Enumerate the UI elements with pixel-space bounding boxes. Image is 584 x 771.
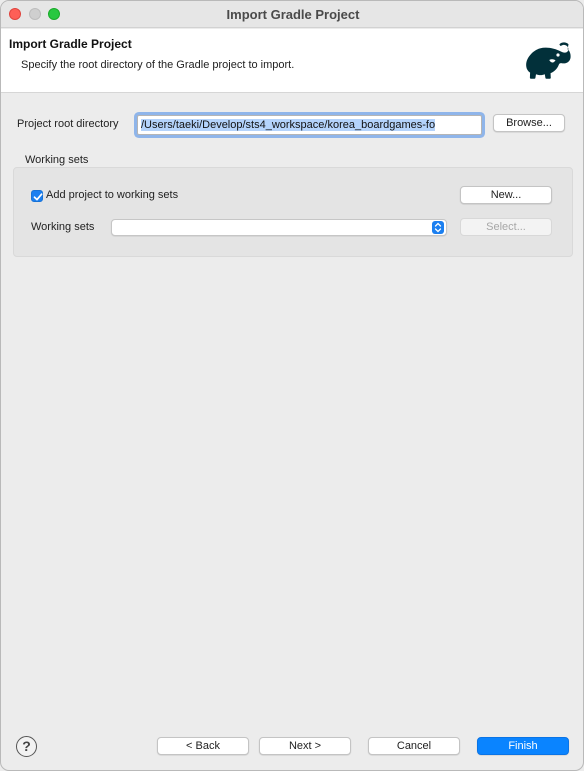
add-to-working-sets-label: Add project to working sets xyxy=(46,189,179,201)
wizard-description: Specify the root directory of the Gradle… xyxy=(21,59,295,71)
wizard-header: Import Gradle Project Specify the root d… xyxy=(1,29,583,93)
working-sets-field-label: Working sets xyxy=(31,221,95,233)
browse-button[interactable]: Browse... xyxy=(493,114,565,132)
window-title: Import Gradle Project xyxy=(226,7,360,22)
finish-button[interactable]: Finish xyxy=(477,737,569,755)
project-root-value: /Users/taeki/Develop/sts4_workspace/kore… xyxy=(141,119,436,131)
help-icon[interactable]: ? xyxy=(16,736,37,757)
import-gradle-project-window: Import Gradle Project Import Gradle Proj… xyxy=(0,0,584,771)
working-sets-group: Add project to working sets New... Worki… xyxy=(13,167,573,257)
working-sets-group-label: Working sets xyxy=(25,154,89,166)
next-button[interactable]: Next > xyxy=(259,737,351,755)
project-root-input[interactable]: /Users/taeki/Develop/sts4_workspace/kore… xyxy=(137,115,482,135)
select-updown-icon xyxy=(432,221,444,234)
checkmark-icon xyxy=(33,193,43,201)
select-working-sets-button[interactable]: Select... xyxy=(460,218,552,236)
title-bar: Import Gradle Project xyxy=(1,1,583,28)
new-working-set-button[interactable]: New... xyxy=(460,186,552,204)
back-button[interactable]: < Back xyxy=(157,737,249,755)
wizard-title: Import Gradle Project xyxy=(9,37,132,51)
project-root-label: Project root directory xyxy=(17,118,119,130)
cancel-button[interactable]: Cancel xyxy=(368,737,460,755)
add-to-working-sets-checkbox[interactable] xyxy=(31,190,43,202)
gradle-elephant-icon xyxy=(526,42,571,79)
working-sets-select[interactable] xyxy=(111,219,447,236)
